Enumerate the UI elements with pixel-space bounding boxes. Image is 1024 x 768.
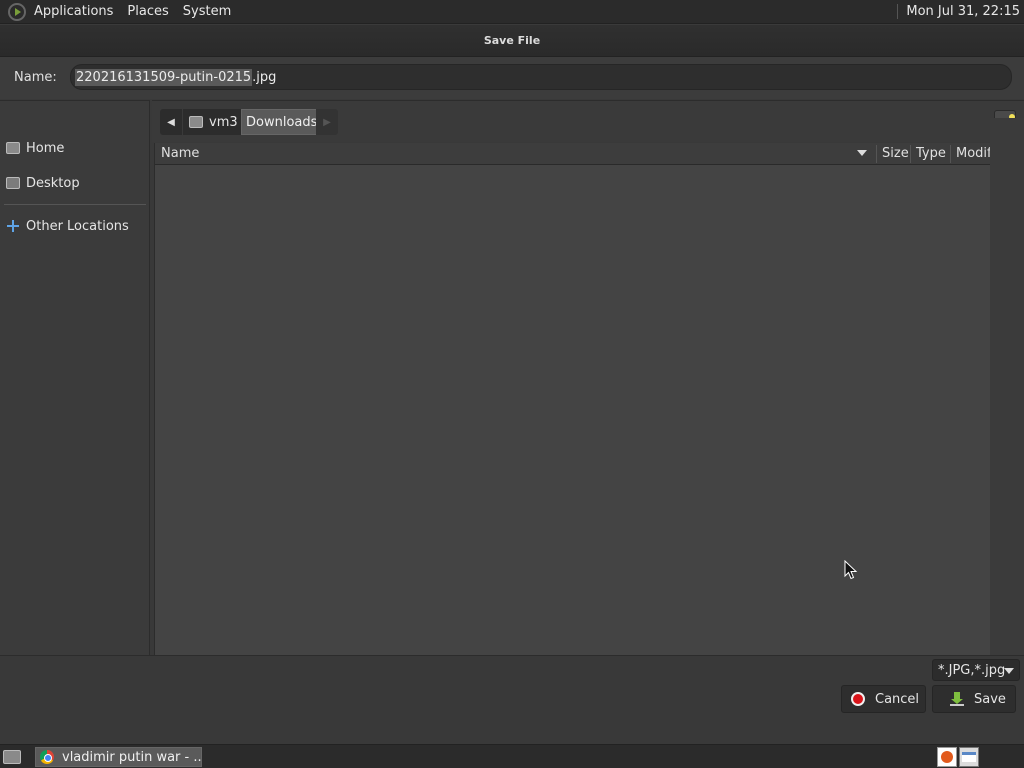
filename-input[interactable]: 220216131509-putin-0215 .jpg	[70, 64, 1012, 90]
chrome-icon	[40, 750, 54, 764]
column-header-size[interactable]: Size	[882, 146, 909, 161]
filter-value: *.JPG,*.jpg	[938, 662, 1006, 678]
clock[interactable]: Mon Jul 31, 22:15	[897, 4, 1020, 19]
file-list-scroll-area	[990, 118, 1024, 655]
column-divider	[910, 145, 911, 163]
taskbar-window-label: vladimir putin war - ...	[62, 749, 202, 765]
filename-selected-text: 220216131509-putin-0215	[75, 68, 253, 86]
save-file-dialog: Save File Name: 220216131509-putin-0215.…	[0, 25, 1024, 744]
chevron-right-icon: ▶	[323, 116, 331, 128]
desktop-folder-icon	[6, 177, 20, 189]
cancel-button[interactable]: Cancel	[841, 685, 926, 713]
cancel-icon	[851, 692, 865, 706]
cancel-label: Cancel	[875, 691, 920, 707]
file-type-filter[interactable]: *.JPG,*.jpg	[932, 659, 1020, 681]
home-folder-icon	[6, 142, 20, 154]
path-segment-downloads[interactable]: Downloads	[241, 109, 323, 135]
taskbar-window-chrome[interactable]: vladimir putin war - ...	[35, 747, 202, 767]
sidebar-item-label: Home	[26, 140, 65, 156]
save-download-icon	[950, 692, 964, 706]
path-bar: ◀ vm3 Downloads ▶	[152, 100, 1024, 142]
plus-icon	[6, 220, 20, 232]
places-sidebar: Home Desktop Other Locations	[0, 100, 150, 680]
file-list[interactable]: Name Size Type Modif	[154, 143, 991, 680]
dialog-titlebar[interactable]: Save File	[0, 25, 1024, 57]
save-label: Save	[974, 691, 1006, 707]
sort-descending-icon[interactable]	[857, 150, 867, 156]
sidebar-item-label: Other Locations	[26, 218, 129, 234]
column-divider	[950, 145, 951, 163]
home-folder-icon	[189, 116, 203, 128]
dialog-title: Save File	[483, 34, 541, 47]
taskbar: vladimir putin war - ...	[0, 744, 1024, 768]
mouse-cursor-icon	[844, 560, 858, 580]
path-segment-label: Downloads	[246, 114, 318, 130]
column-header-type[interactable]: Type	[916, 146, 946, 161]
sidebar-item-desktop[interactable]: Desktop	[6, 172, 80, 194]
column-header-modified[interactable]: Modif	[956, 146, 991, 161]
sidebar-item-label: Desktop	[26, 175, 80, 191]
menu-system[interactable]: System	[183, 4, 231, 19]
file-list-header: Name Size Type Modif	[155, 143, 991, 165]
name-row: Name: 220216131509-putin-0215 .jpg	[0, 57, 1024, 99]
name-label: Name:	[14, 70, 57, 85]
path-back-button[interactable]: ◀	[160, 109, 182, 135]
dialog-footer: *.JPG,*.jpg Cancel Save	[0, 655, 1024, 719]
sidebar-divider	[4, 204, 146, 205]
window-list-tray-icon[interactable]	[959, 747, 979, 767]
chevron-left-icon: ◀	[167, 116, 175, 128]
save-button[interactable]: Save	[932, 685, 1016, 713]
column-header-name[interactable]: Name	[161, 146, 199, 161]
path-segment-label: vm3	[209, 114, 238, 130]
chevron-down-icon	[1004, 668, 1014, 674]
column-divider	[876, 145, 877, 163]
sidebar-item-home[interactable]: Home	[6, 137, 64, 159]
menu-logo-icon[interactable]	[8, 2, 26, 21]
top-panel: Applications Places System Mon Jul 31, 2…	[0, 0, 1024, 24]
path-forward-button[interactable]: ▶	[316, 109, 338, 135]
sidebar-item-other-locations[interactable]: Other Locations	[6, 215, 129, 237]
firefox-tray-icon[interactable]	[937, 747, 957, 767]
filename-extension: .jpg	[252, 69, 277, 85]
menu-places[interactable]: Places	[127, 4, 168, 19]
path-segment-vm3[interactable]: vm3	[183, 109, 244, 135]
show-desktop-icon[interactable]	[3, 750, 21, 764]
menu-applications[interactable]: Applications	[34, 4, 113, 19]
